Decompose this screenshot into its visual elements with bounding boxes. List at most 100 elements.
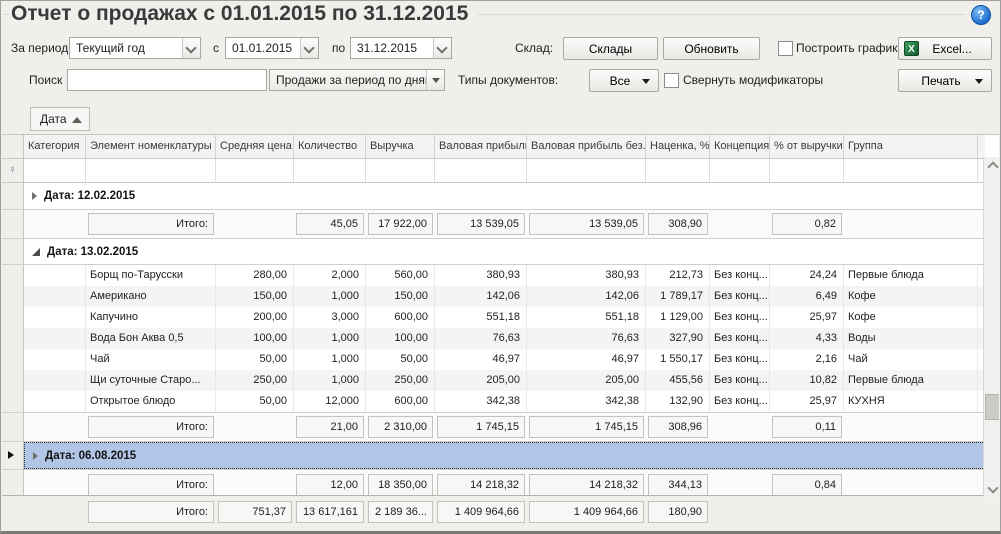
collapse-modifiers-checkbox[interactable]: [664, 73, 679, 88]
period-combobox[interactable]: Текущий год: [69, 37, 201, 59]
filter-cell[interactable]: [216, 159, 294, 182]
column-header-row: Категория Элемент номенклатуры Средняя ц…: [2, 135, 985, 159]
filter-cell[interactable]: [646, 159, 710, 182]
expand-expanded-icon[interactable]: [32, 248, 40, 256]
combo-arrow-button[interactable]: [300, 38, 318, 58]
print-button[interactable]: Печать: [898, 69, 992, 92]
combo-arrow-button[interactable]: [426, 70, 444, 90]
table-row[interactable]: Чай 50,00 1,000 50,00 46,97 46,97 1 550,…: [2, 349, 985, 370]
collapse-modifiers-label: Свернуть модификаторы: [683, 69, 823, 91]
column-header-revenue[interactable]: Выручка: [366, 135, 435, 158]
cell-revenue: 100,00: [366, 328, 435, 349]
column-header-quantity[interactable]: Количество: [294, 135, 366, 158]
page-title: Отчет о продажах с 01.01.2015 по 31.12.2…: [9, 2, 478, 28]
build-chart-checkbox[interactable]: [778, 41, 793, 56]
date-to-combobox[interactable]: 31.12.2015: [350, 37, 452, 59]
filter-cell[interactable]: [770, 159, 844, 182]
filter-cell[interactable]: [435, 159, 527, 182]
cell-gross-profit: 342,38: [435, 391, 527, 412]
date-from-value: 01.01.2015: [232, 41, 292, 55]
triangle-down-icon: [432, 78, 440, 83]
scroll-down-button[interactable]: [984, 481, 999, 497]
cell-concept: Без конц...: [710, 370, 770, 391]
cell-category: [24, 391, 86, 412]
cell-gross-profit-wo: 142,06: [527, 286, 646, 307]
table-row[interactable]: Американо 150,00 1,000 150,00 142,06 142…: [2, 286, 985, 307]
filter-cell[interactable]: [366, 159, 435, 182]
expand-collapsed-icon[interactable]: [32, 192, 37, 200]
group-row-toggle[interactable]: Дата: 06.08.2015: [24, 442, 985, 469]
group-totals-row: Итого: 21,00 2 310,00 1 745,15 1 745,15 …: [2, 412, 985, 442]
cell-markup: 1 550,17: [646, 349, 710, 370]
column-header-item[interactable]: Элемент номенклатуры: [86, 135, 216, 158]
totals-gross-profit: 13 539,05: [437, 213, 525, 235]
doc-types-label: Типы документов:: [458, 69, 558, 91]
cell-concept: Без конц...: [710, 391, 770, 412]
grand-total-gross-profit: 1 409 964,66: [437, 501, 525, 523]
group-by-chip-date[interactable]: Дата: [30, 107, 90, 131]
row-indicator-cell: [2, 370, 24, 391]
table-row[interactable]: Открытое блюдо 50,00 12,000 600,00 342,3…: [2, 391, 985, 412]
filter-row: ♀: [2, 159, 985, 183]
scroll-up-button[interactable]: [984, 157, 999, 173]
group-row-toggle[interactable]: Дата: 12.02.2015: [24, 183, 985, 209]
cell-item: Открытое блюдо: [86, 391, 216, 412]
search-input[interactable]: [67, 69, 267, 91]
totals-label: Итого:: [88, 474, 214, 496]
grand-total-label: Итого:: [88, 501, 214, 523]
cell-revenue: 250,00: [366, 370, 435, 391]
doc-types-value: Все: [610, 74, 631, 88]
filter-cell[interactable]: [24, 159, 86, 182]
doc-types-dropdown[interactable]: Все: [589, 69, 659, 92]
column-header-gross-profit[interactable]: Валовая прибыль: [435, 135, 527, 158]
excel-button[interactable]: X Excel...: [898, 37, 992, 60]
column-header-category[interactable]: Категория: [24, 135, 86, 158]
cell-group: Чай: [844, 349, 978, 370]
table-row[interactable]: Щи суточные Старо... 250,00 1,000 250,00…: [2, 370, 985, 391]
column-header-avg-price[interactable]: Средняя цена: [216, 135, 294, 158]
column-header-gross-profit-wo[interactable]: Валовая прибыль без...: [527, 135, 646, 158]
totals-quantity: 21,00: [296, 416, 364, 438]
filter-cell[interactable]: [86, 159, 216, 182]
table-row[interactable]: Капучино 200,00 3,000 600,00 551,18 551,…: [2, 307, 985, 328]
report-mode-value: Продажи за период по дням: [276, 73, 433, 87]
date-from-combobox[interactable]: 01.01.2015: [225, 37, 319, 59]
table-row[interactable]: Борщ по-Тарусски 280,00 2,000 560,00 380…: [2, 265, 985, 286]
row-indicator-header: [2, 135, 24, 158]
cell-gross-profit: 46,97: [435, 349, 527, 370]
column-header-group[interactable]: Группа: [844, 135, 978, 158]
column-header-markup[interactable]: Наценка, %: [646, 135, 710, 158]
column-header-pct-revenue[interactable]: % от выручки: [770, 135, 844, 158]
to-label: по: [332, 37, 345, 59]
row-indicator-cell: [2, 210, 24, 238]
vertical-scrollbar[interactable]: [983, 157, 999, 497]
combo-arrow-button[interactable]: [182, 38, 200, 58]
totals-revenue: 2 310,00: [368, 416, 433, 438]
filter-cell[interactable]: [710, 159, 770, 182]
current-row-arrow-icon: [8, 451, 14, 459]
report-mode-combobox[interactable]: Продажи за период по дням: [269, 69, 445, 91]
cell-revenue: 600,00: [366, 307, 435, 328]
totals-markup: 308,96: [648, 416, 708, 438]
filter-cell[interactable]: [294, 159, 366, 182]
totals-revenue: 17 922,00: [368, 213, 433, 235]
cell-group: Первые блюда: [844, 265, 978, 286]
cell-avg-price: 250,00: [216, 370, 294, 391]
expand-collapsed-icon[interactable]: [33, 452, 38, 460]
column-header-concept[interactable]: Концепция: [710, 135, 770, 158]
filter-cell[interactable]: [527, 159, 646, 182]
cell-pct-revenue: 24,24: [770, 265, 844, 286]
scrollbar-thumb[interactable]: [985, 394, 999, 420]
group-row-toggle[interactable]: Дата: 13.02.2015: [24, 239, 985, 264]
totals-pct-revenue: 0,82: [772, 213, 842, 235]
warehouses-button[interactable]: Склады: [563, 37, 658, 60]
help-icon[interactable]: ?: [971, 5, 991, 25]
chevron-down-icon: [303, 42, 314, 53]
combo-arrow-button[interactable]: [433, 38, 451, 58]
refresh-button[interactable]: Обновить: [663, 37, 760, 60]
triangle-down-icon: [975, 79, 983, 84]
cell-quantity: 1,000: [294, 370, 366, 391]
table-row[interactable]: Вода Бон Аква 0,5 100,00 1,000 100,00 76…: [2, 328, 985, 349]
totals-gross-profit: 1 745,15: [437, 416, 525, 438]
filter-cell[interactable]: [844, 159, 978, 182]
